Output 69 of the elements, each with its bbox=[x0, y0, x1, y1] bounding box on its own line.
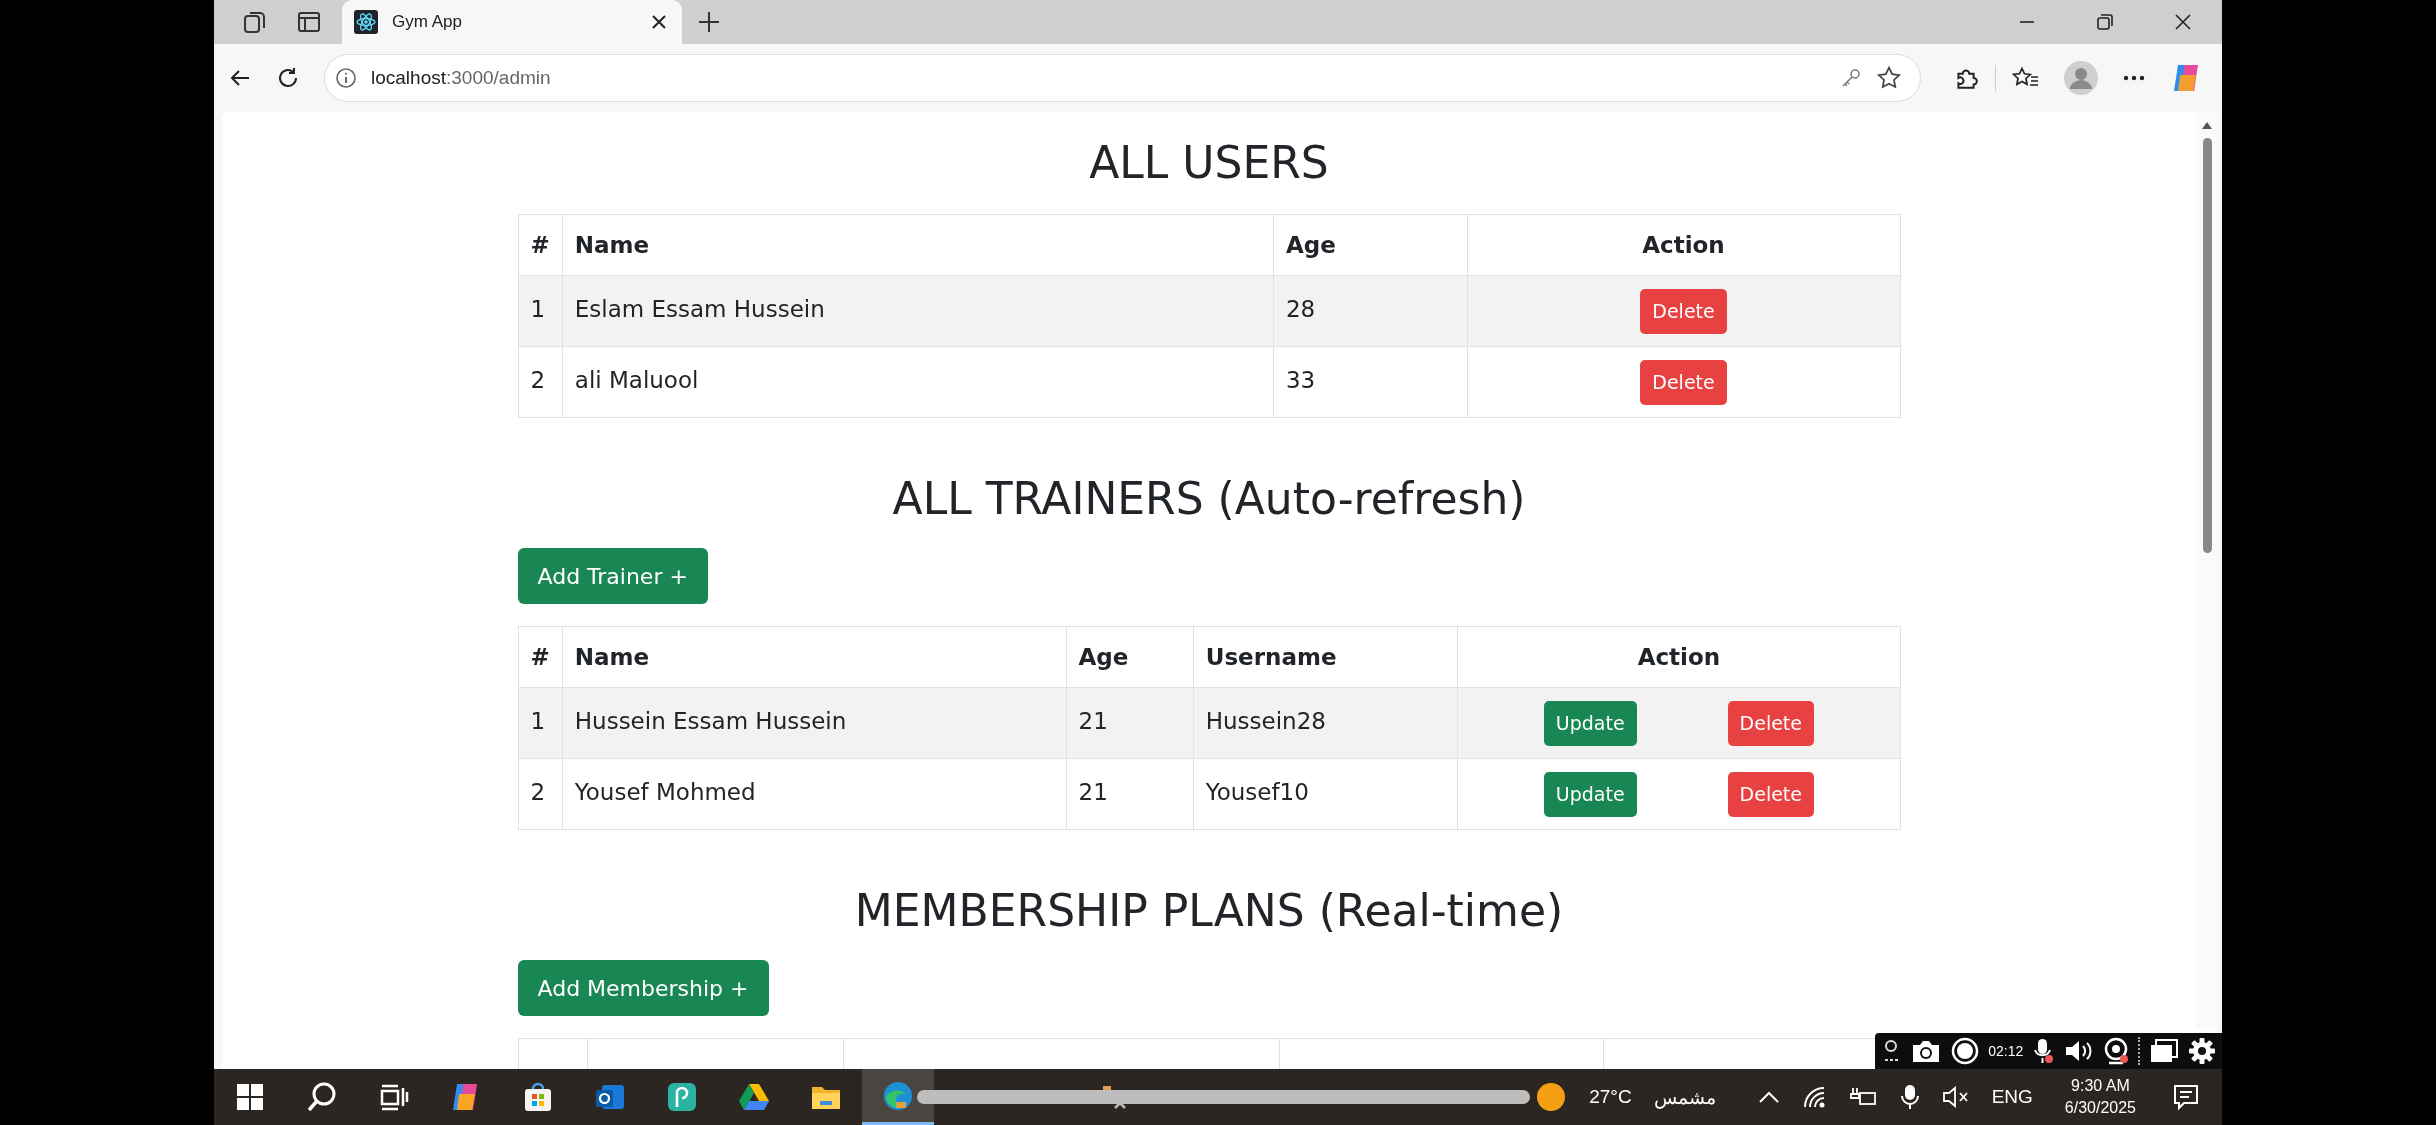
table-cell: Yousef Mohmed bbox=[562, 758, 1067, 830]
table-cell: 33 bbox=[1273, 346, 1467, 418]
column-header: Name bbox=[562, 626, 1067, 688]
speaker-muted-icon[interactable] bbox=[1941, 1086, 1970, 1108]
add-button[interactable]: Add Trainer + bbox=[517, 548, 708, 604]
add-button[interactable]: Add Membership + bbox=[517, 960, 769, 1016]
column-header: Age bbox=[1066, 626, 1194, 688]
update-button[interactable]: Update bbox=[1543, 771, 1637, 817]
microphone-muted-icon[interactable] bbox=[2032, 1037, 2055, 1065]
section-heading: ALL USERS bbox=[1088, 136, 1330, 190]
section-heading: MEMBERSHIP PLANS (Real-time) bbox=[853, 884, 1565, 938]
delete-button[interactable]: Delete bbox=[1640, 288, 1727, 334]
plus-icon[interactable] bbox=[698, 11, 720, 33]
close-icon[interactable] bbox=[650, 13, 668, 31]
table-cell: 2 bbox=[518, 346, 563, 418]
column-header: # bbox=[518, 626, 563, 688]
url-text: localhost:3000/admin bbox=[371, 67, 551, 89]
table-cell: 1 bbox=[518, 275, 563, 347]
info-icon[interactable] bbox=[335, 67, 357, 89]
clock[interactable]: 9:30 AM 6/30/2025 bbox=[2064, 1075, 2136, 1119]
recording-time: 02:12 bbox=[1988, 1043, 2024, 1059]
address-bar[interactable]: localhost:3000/admin bbox=[324, 54, 1921, 102]
temperature-text: 27°C bbox=[1589, 1086, 1632, 1108]
battery-icon[interactable] bbox=[1849, 1086, 1878, 1108]
speaker-icon[interactable] bbox=[2063, 1039, 2094, 1063]
record-icon[interactable] bbox=[1951, 1037, 1980, 1065]
table-cell: 21 bbox=[1066, 687, 1194, 759]
settings-icon[interactable] bbox=[2187, 1037, 2216, 1065]
column-header: Name bbox=[562, 214, 1274, 276]
chevron-up-icon[interactable] bbox=[1757, 1090, 1780, 1104]
table-cell: 2 bbox=[518, 758, 563, 830]
table-cell: Eslam Essam Hussein bbox=[562, 275, 1274, 347]
restore-icon[interactable] bbox=[2096, 13, 2114, 31]
edge-icon[interactable] bbox=[862, 1069, 934, 1125]
column-header: Action bbox=[1457, 626, 1900, 688]
column-header: Action bbox=[1467, 214, 1900, 276]
star-icon[interactable] bbox=[1876, 65, 1902, 91]
scroll-up-icon[interactable] bbox=[2201, 120, 2213, 130]
table-cell: 21 bbox=[1066, 758, 1194, 830]
table-cell: Hussein28 bbox=[1193, 687, 1458, 759]
weather-condition: مشمس bbox=[1653, 1085, 1716, 1109]
section-heading: ALL TRAINERS (Auto-refresh) bbox=[891, 472, 1527, 526]
delete-button[interactable]: Delete bbox=[1640, 359, 1727, 405]
update-button[interactable]: Update bbox=[1543, 700, 1637, 746]
browser-tab[interactable]: Gym App bbox=[342, 0, 682, 44]
atom-icon bbox=[354, 10, 378, 34]
close-icon[interactable] bbox=[2174, 13, 2192, 31]
key-icon[interactable] bbox=[1840, 67, 1862, 89]
column-header: # bbox=[518, 214, 563, 276]
microphone-icon[interactable] bbox=[1899, 1083, 1920, 1111]
table-cell: Hussein Essam Hussein bbox=[562, 687, 1067, 759]
language-indicator[interactable]: ENG bbox=[1991, 1086, 2033, 1108]
sun-icon[interactable] bbox=[1535, 1081, 1568, 1113]
delete-button[interactable]: Delete bbox=[1727, 771, 1814, 817]
table-cell: 1 bbox=[518, 687, 563, 759]
windows-icon[interactable] bbox=[2148, 1038, 2179, 1064]
delete-button[interactable]: Delete bbox=[1727, 700, 1814, 746]
column-header: Username bbox=[1193, 626, 1458, 688]
column-header: Age bbox=[1273, 214, 1467, 276]
refresh-icon[interactable] bbox=[276, 66, 300, 90]
more-icon[interactable] bbox=[2122, 74, 2146, 82]
table-cell: ali Maluool bbox=[562, 346, 1274, 418]
tab-title: Gym App bbox=[392, 12, 463, 32]
scrollbar-thumb[interactable] bbox=[2202, 138, 2212, 553]
notification-icon[interactable] bbox=[2172, 1083, 2200, 1111]
profile-avatar-icon[interactable] bbox=[2064, 61, 2098, 95]
webcam-icon[interactable] bbox=[2102, 1037, 2129, 1065]
table-cell: Yousef10 bbox=[1193, 758, 1458, 830]
table-cell: 28 bbox=[1273, 275, 1467, 347]
